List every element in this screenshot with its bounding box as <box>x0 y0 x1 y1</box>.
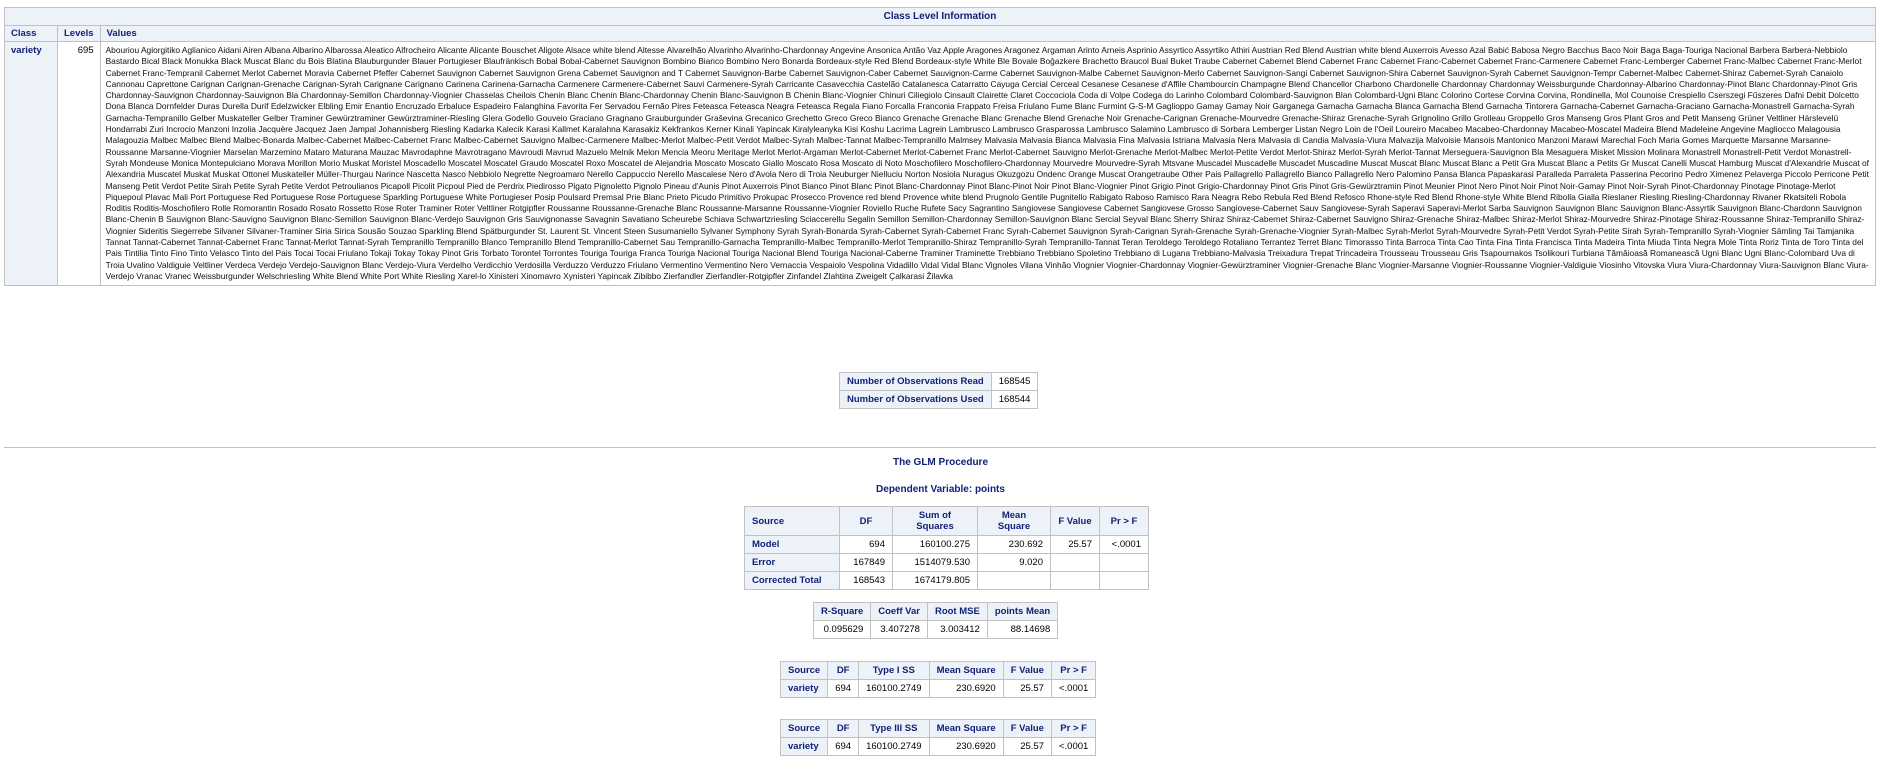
anova-ss-cell: 1514079.530 <box>892 553 978 572</box>
obs-used-label: Number of Observations Used <box>839 390 992 409</box>
t3-ms-cell: 230.6920 <box>928 737 1004 756</box>
t1-f-cell: 25.57 <box>1002 679 1052 698</box>
anova-header-f: F Value <box>1050 506 1100 536</box>
fit-header-mean: points Mean <box>986 602 1059 621</box>
table-row: 0.095629 3.407278 3.003412 88.14698 <box>812 620 1059 639</box>
fit-mean-value: 88.14698 <box>986 620 1059 639</box>
table-row: variety 694 160100.2749 230.6920 25.57 <… <box>779 737 1097 756</box>
table-row: Number of Observations Used 168544 <box>839 390 1039 409</box>
table-row: variety 694 160100.2749 230.6920 25.57 <… <box>779 679 1097 698</box>
obs-used-value: 168544 <box>990 390 1039 409</box>
anova-ss-cell: 1674179.805 <box>892 571 978 590</box>
anova-header-ss: Sum of Squares <box>892 506 978 536</box>
t1-df-cell: 694 <box>827 679 860 698</box>
anova-ms-cell <box>977 571 1051 590</box>
t1-header-f: F Value <box>1002 661 1052 680</box>
table-row: variety 695 Abouriou Agiorgitiko Agliani… <box>4 40 1877 287</box>
t3-f-cell: 25.57 <box>1002 737 1052 756</box>
anova-table: Source DF Sum of Squares Mean Square F V… <box>744 506 1149 590</box>
levels-header: Levels <box>57 25 101 42</box>
anova-source-cell: Corrected Total <box>744 571 840 590</box>
anova-header-p: Pr > F <box>1099 506 1149 536</box>
fit-rootmse-value: 3.003412 <box>926 620 988 639</box>
anova-header-ms: Mean Square <box>977 506 1051 536</box>
dependent-variable: Dependent Variable: points <box>876 484 1005 495</box>
anova-ms-cell: 9.020 <box>977 553 1051 572</box>
levels-cell: 695 <box>57 40 101 287</box>
t1-p-cell: <.0001 <box>1050 679 1097 698</box>
anova-f-cell <box>1050 571 1100 590</box>
fit-coeffvar-value: 3.407278 <box>870 620 928 639</box>
anova-ss-cell: 160100.275 <box>892 535 978 554</box>
t3-header-f: F Value <box>1002 719 1052 738</box>
t3-header-p: Pr > F <box>1050 719 1097 738</box>
t3-p-cell: <.0001 <box>1050 737 1097 756</box>
t3-header-source: Source <box>779 719 829 738</box>
anova-f-cell: 25.57 <box>1050 535 1100 554</box>
table-row: Corrected Total 168543 1674179.805 <box>744 571 1149 590</box>
t3-df-cell: 694 <box>827 737 860 756</box>
class-name-cell: variety <box>4 40 58 287</box>
t3-ss-cell: 160100.2749 <box>858 737 930 756</box>
values-header: Values <box>99 25 1877 42</box>
observations-table: Number of Observations Read 168545 Numbe… <box>839 372 1039 409</box>
anova-df-cell: 168543 <box>839 571 893 590</box>
table-row: Model 694 160100.275 230.692 25.57 <.000… <box>744 535 1149 554</box>
t1-header-ss: Type I SS <box>858 661 930 680</box>
t1-header-df: DF <box>827 661 860 680</box>
t1-header-p: Pr > F <box>1050 661 1097 680</box>
fit-header-rsquare: R-Square <box>812 602 872 621</box>
fit-rsquare-value: 0.095629 <box>812 620 872 639</box>
fit-statistics-table: R-Square Coeff Var Root MSE points Mean … <box>812 602 1059 639</box>
type1-ss-table: Source DF Type I SS Mean Square F Value … <box>779 661 1097 698</box>
procedure-title: The GLM Procedure <box>892 457 988 468</box>
fit-header-rootmse: Root MSE <box>926 602 988 621</box>
t3-header-ms: Mean Square <box>928 719 1004 738</box>
t3-header-df: DF <box>827 719 860 738</box>
t1-header-ms: Mean Square <box>928 661 1004 680</box>
anova-ms-cell: 230.692 <box>977 535 1051 554</box>
t1-ms-cell: 230.6920 <box>928 679 1004 698</box>
anova-p-cell <box>1099 571 1149 590</box>
table-row: Number of Observations Read 168545 <box>839 372 1039 391</box>
anova-df-cell: 167849 <box>839 553 893 572</box>
anova-header-df: DF <box>839 506 893 536</box>
class-level-caption: Class Level Information <box>4 7 1876 26</box>
t1-ss-cell: 160100.2749 <box>858 679 930 698</box>
class-level-table: Class Level Information Class Levels Val… <box>4 7 1877 287</box>
obs-read-value: 168545 <box>990 372 1039 391</box>
fit-header-coeffvar: Coeff Var <box>870 602 928 621</box>
section-divider <box>4 447 1876 448</box>
obs-read-label: Number of Observations Read <box>839 372 992 391</box>
anova-p-cell: <.0001 <box>1099 535 1149 554</box>
anova-f-cell <box>1050 553 1100 572</box>
t1-header-source: Source <box>779 661 829 680</box>
values-cell: Abouriou Agiorgitiko Aglianico Aidani Ai… <box>99 40 1877 287</box>
t3-source-cell: variety <box>779 737 829 756</box>
type3-ss-table: Source DF Type III SS Mean Square F Valu… <box>779 719 1097 756</box>
class-header: Class <box>4 25 58 42</box>
table-row: Error 167849 1514079.530 9.020 <box>744 553 1149 572</box>
t3-header-ss: Type III SS <box>858 719 930 738</box>
t1-source-cell: variety <box>779 679 829 698</box>
anova-p-cell <box>1099 553 1149 572</box>
anova-source-cell: Model <box>744 535 840 554</box>
anova-header-source: Source <box>744 506 840 536</box>
anova-source-cell: Error <box>744 553 840 572</box>
anova-df-cell: 694 <box>839 535 893 554</box>
